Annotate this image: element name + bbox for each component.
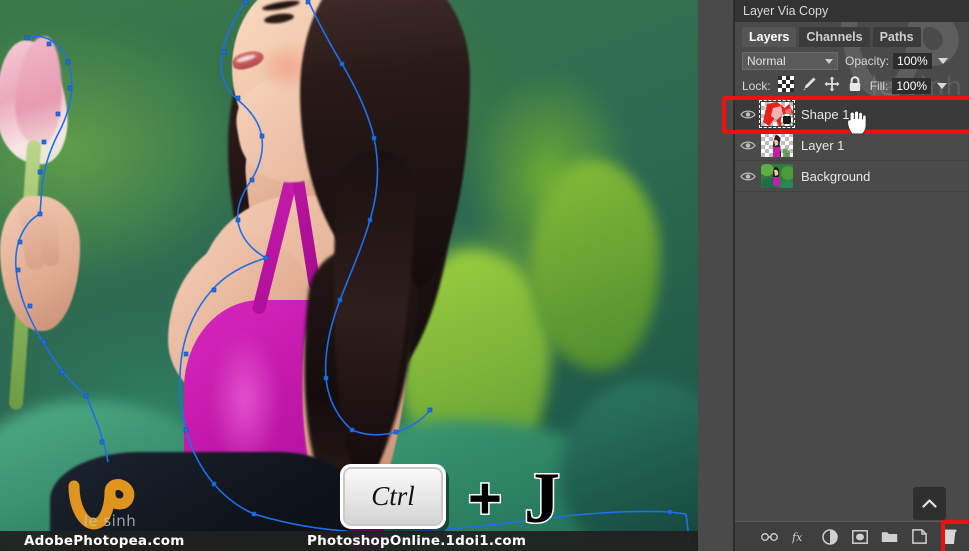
move-lock-icon[interactable] xyxy=(824,76,840,97)
new-group-button[interactable] xyxy=(881,528,898,545)
paint-lock-icon[interactable] xyxy=(801,76,817,97)
image-canvas[interactable]: le sinh Ctrl + J AdobePhotopea.com Photo… xyxy=(0,0,698,551)
thumbnail-art xyxy=(773,135,791,157)
link-layers-button[interactable] xyxy=(761,528,778,545)
eye-icon[interactable] xyxy=(735,109,761,120)
blend-mode-value: Normal xyxy=(747,54,786,68)
opacity-value[interactable]: 100% xyxy=(893,53,932,69)
chevron-down-icon xyxy=(825,59,833,64)
panel-title: Layer Via Copy xyxy=(735,0,969,22)
layer-style-button[interactable]: fx xyxy=(791,528,808,545)
thumbnail-art xyxy=(761,164,793,188)
fill-chevron-down-icon[interactable] xyxy=(937,83,948,89)
top-highlight xyxy=(210,330,280,470)
delete-layer-button[interactable] xyxy=(941,528,958,545)
lock-row: Lock: Fill: 100% xyxy=(735,75,969,97)
tab-paths[interactable]: Paths xyxy=(872,27,921,47)
photopea-screenshot: le sinh Ctrl + J AdobePhotopea.com Photo… xyxy=(0,0,969,551)
tab-channels[interactable]: Channels xyxy=(799,27,870,47)
watermark-text: le sinh xyxy=(83,512,137,530)
caption-left: AdobePhotopea.com xyxy=(24,533,185,549)
collapse-panel-button[interactable] xyxy=(913,487,946,520)
opacity-chevron-down-icon[interactable] xyxy=(937,58,948,64)
link-layers-icon xyxy=(761,532,778,541)
eye-icon[interactable] xyxy=(735,140,761,151)
panel-tabs: Layers Channels Paths xyxy=(735,26,969,47)
layer-name-background: Background xyxy=(801,168,871,184)
transparency-lock-icon[interactable] xyxy=(777,75,794,97)
new-layer-button[interactable] xyxy=(911,528,928,545)
vector-mask-badge-icon xyxy=(781,114,793,126)
cursor-pointing-hand-icon xyxy=(846,110,867,135)
panel-gutter: CSS xyxy=(698,0,734,551)
layer-mask-icon xyxy=(851,529,868,544)
blend-mode-row: Normal Opacity: 100% xyxy=(735,51,969,71)
all-lock-icon[interactable] xyxy=(848,75,862,97)
opacity-label: Opacity: xyxy=(845,54,890,68)
fill-label: Fill: xyxy=(869,79,889,93)
adjustment-layer-button[interactable] xyxy=(821,528,838,545)
layer-thumbnail-layer-1[interactable] xyxy=(761,133,793,157)
layers-bottom-toolbar: fx xyxy=(735,521,969,551)
plus-sign-graphic: + xyxy=(467,466,504,531)
new-group-icon xyxy=(881,532,898,542)
fill-value[interactable]: 100% xyxy=(892,78,932,94)
tab-layers[interactable]: Layers xyxy=(742,27,797,47)
layer-name-layer-1: Layer 1 xyxy=(801,137,845,153)
svg-text:fx: fx xyxy=(792,531,803,544)
caption-right: PhotoshopOnline.1doi1.com xyxy=(307,533,527,549)
new-layer-icon xyxy=(912,529,927,544)
layer-row-background[interactable]: Background xyxy=(735,161,969,192)
j-key-graphic: J xyxy=(523,458,562,538)
blend-mode-select[interactable]: Normal xyxy=(742,52,838,70)
chevron-up-icon xyxy=(922,499,937,508)
ctrl-key-label: Ctrl xyxy=(371,481,415,511)
ctrl-key-graphic: Ctrl xyxy=(340,464,446,529)
lock-label: Lock: xyxy=(742,79,771,93)
layer-name-shape-1: Shape 1 xyxy=(801,106,850,122)
trash-icon xyxy=(942,529,957,544)
adjustment-layer-icon xyxy=(821,528,838,545)
eye-icon[interactable] xyxy=(735,171,761,182)
layers-panel: le sinh Layer Via Copy Layers Channels P… xyxy=(735,0,969,551)
add-mask-button[interactable] xyxy=(851,528,868,545)
layer-style-fx-icon: fx xyxy=(792,531,803,544)
layer-thumbnail-background[interactable] xyxy=(761,164,793,188)
layer-thumbnail-shape-1[interactable] xyxy=(759,100,795,128)
